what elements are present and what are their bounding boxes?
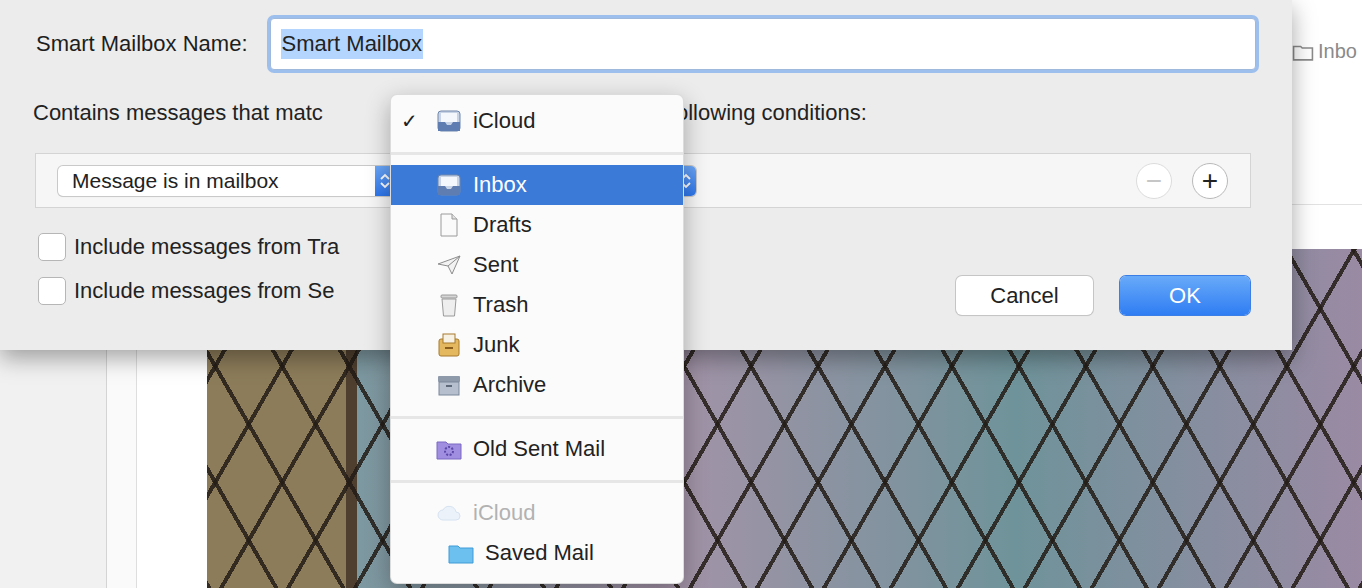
add-condition-button[interactable]: +	[1192, 163, 1228, 199]
name-label: Smart Mailbox Name:	[36, 31, 248, 57]
mailbox-menu: ✓iCloudInboxDraftsSentTrashJunkArchiveOl…	[390, 94, 684, 584]
mail-window: InboSmart Mailbox Name:Smart MailboxCont…	[0, 0, 1362, 588]
trash-icon	[435, 291, 463, 319]
smart-folder-icon	[435, 435, 463, 463]
checkbox-row[interactable]: Include messages from Tra	[38, 233, 339, 261]
ok-button[interactable]: OK	[1120, 276, 1250, 315]
menu-item[interactable]: Inbox	[391, 165, 683, 205]
menu-separator	[391, 141, 683, 165]
menu-item[interactable]: ✓iCloud	[391, 101, 683, 141]
menu-item[interactable]: Trash	[391, 285, 683, 325]
cloud-icon	[435, 499, 463, 527]
mailbox-label[interactable]: Inbo	[1292, 40, 1357, 63]
menu-header: iCloud	[391, 493, 683, 533]
remove-condition-button[interactable]: −	[1136, 163, 1172, 199]
menu-item[interactable]: Old Sent Mail	[391, 429, 683, 469]
menu-item[interactable]: Sent	[391, 245, 683, 285]
menu-item[interactable]: Saved Mail	[391, 533, 683, 573]
name-field[interactable]: Smart Mailbox	[270, 18, 1256, 70]
check-mark: ✓	[401, 109, 425, 133]
folder-icon	[447, 539, 475, 567]
checkbox[interactable]	[38, 277, 66, 305]
folder-icon	[1292, 41, 1314, 63]
cancel-button[interactable]: Cancel	[956, 276, 1093, 315]
paper-plane-icon	[435, 251, 463, 279]
options: Include messages from Tra Include message…	[38, 233, 339, 310]
dialog-buttons: Cancel OK	[956, 276, 1250, 315]
menu-item[interactable]: Drafts	[391, 205, 683, 245]
archive-icon	[435, 371, 463, 399]
checkbox[interactable]	[38, 233, 66, 261]
menu-item[interactable]: Junk	[391, 325, 683, 365]
menu-separator	[391, 405, 683, 429]
checkbox-row[interactable]: Include messages from Se	[38, 277, 339, 305]
name-row: Smart Mailbox Name: Smart Mailbox	[36, 18, 1256, 70]
menu-item[interactable]: Archive	[391, 365, 683, 405]
drafts-icon	[435, 211, 463, 239]
junk-icon	[435, 331, 463, 359]
field-popup[interactable]: Message is in mailbox	[58, 166, 395, 196]
menu-separator	[391, 469, 683, 493]
mailbox-icon	[435, 171, 463, 199]
mailbox-icon	[435, 107, 463, 135]
